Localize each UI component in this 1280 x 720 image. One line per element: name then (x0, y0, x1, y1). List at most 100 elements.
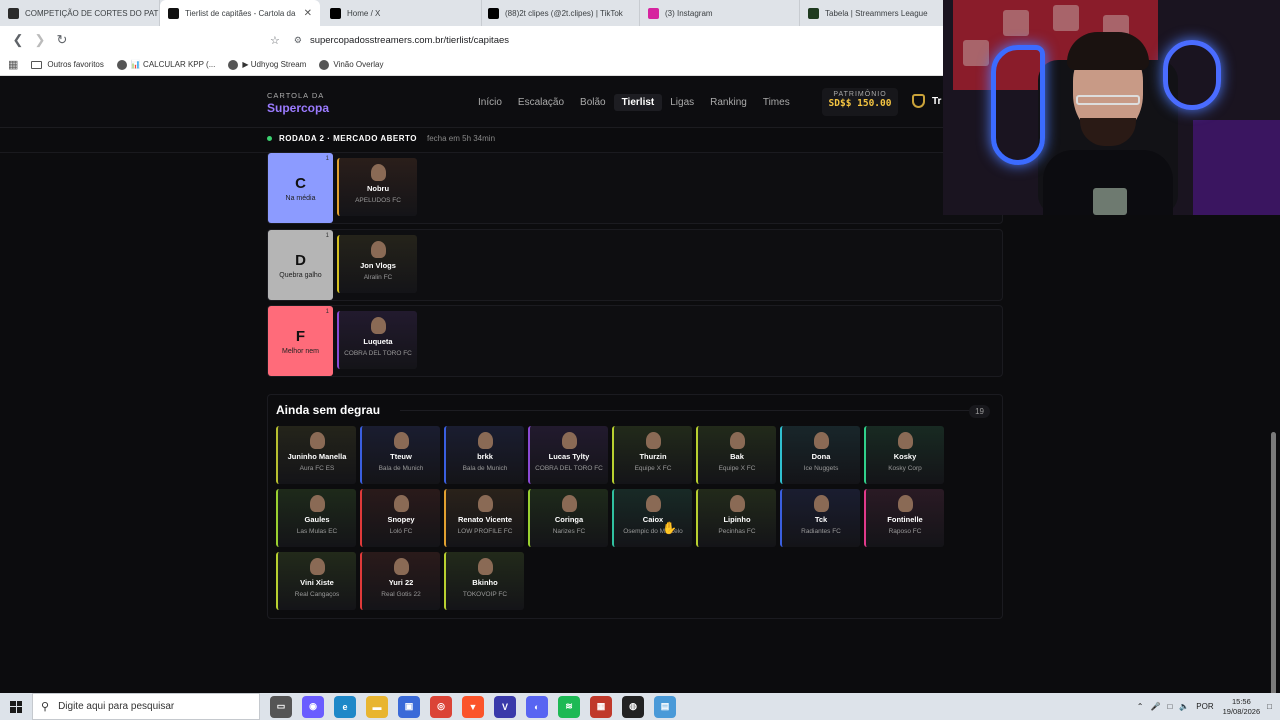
player-card[interactable]: Snopey Loló FC (360, 489, 440, 547)
player-card[interactable]: brkk Bala de Munich (444, 426, 524, 484)
clock[interactable]: 15:56 19/08/2026 (1223, 697, 1261, 717)
bookmark-star-icon[interactable]: ☆ (270, 34, 280, 47)
reload-icon[interactable]: ↻ (52, 30, 72, 50)
vegas-icon[interactable]: V (494, 695, 516, 718)
page-scrollbar[interactable] (1271, 432, 1276, 693)
browser-tab[interactable]: Home / X (322, 0, 482, 26)
player-avatar (897, 495, 913, 512)
nav-times[interactable]: Times (755, 94, 798, 111)
edge-icon[interactable]: e (334, 695, 356, 718)
player-card[interactable]: Jon Vlogs Alralin FC (337, 235, 417, 293)
nav-bolao[interactable]: Bolão (572, 94, 614, 111)
player-card[interactable]: Coringa Narizes FC (528, 489, 608, 547)
bookmark-udhyog-stream[interactable]: ▶ Udhyog Stream (228, 59, 306, 70)
player-card[interactable]: Juninho Manella Aura FC ES (276, 426, 356, 484)
player-card[interactable]: Tck Radiantes FC (780, 489, 860, 547)
player-team: Loló FC (389, 528, 413, 535)
browser-tab[interactable]: Tierlist de capitães - Cartola da ✕ (160, 0, 320, 26)
nav-ligas[interactable]: Ligas (662, 94, 702, 111)
unranked-count-badge: 19 (969, 405, 990, 418)
player-name: Dona (811, 452, 831, 461)
player-avatar (309, 495, 325, 512)
forward-icon[interactable]: ❯ (30, 30, 50, 50)
player-card[interactable]: Renato Vicente LOW PROFILE FC (444, 489, 524, 547)
apps-grid-icon[interactable]: ▦ (8, 58, 18, 71)
player-card[interactable]: Bak Equipe X FC (696, 426, 776, 484)
player-card[interactable]: Lucas Tylty COBRA DEL TORO FC (528, 426, 608, 484)
player-team: Osempic do Marcelo (623, 528, 683, 535)
back-icon[interactable]: ❮ (8, 30, 28, 50)
player-card[interactable]: Thurzin Equipe X FC (612, 426, 692, 484)
tier-letter: F (295, 327, 306, 345)
site-logo[interactable]: CARTOLA DA Supercopa (267, 91, 329, 115)
taskbar-search[interactable]: ⚲ Digite aqui para pesquisar (32, 693, 260, 720)
store-icon[interactable]: ▣ (398, 695, 420, 718)
tier-count: 1 (325, 309, 329, 315)
browser-tab[interactable]: (88)2t clipes (@2t.clipes) | TikTok (480, 0, 640, 26)
poster (963, 40, 989, 66)
player-card[interactable]: Vini Xiste Real Cangaços (276, 552, 356, 610)
microphone (1093, 188, 1127, 215)
url-text[interactable]: supercopadosstreamers.com.br/tierlist/ca… (310, 35, 509, 46)
nav-ranking[interactable]: Ranking (702, 94, 755, 111)
chevron-up-icon[interactable]: ⌃ (1137, 702, 1144, 711)
browser-tab[interactable]: Tabela | Streammers League (800, 0, 960, 26)
site-info-icon[interactable]: ⚙ (294, 35, 302, 46)
copilot-icon[interactable]: ◉ (302, 695, 324, 718)
file-explorer-icon[interactable]: ▬ (366, 695, 388, 718)
tier-description: Melhor nem (282, 347, 319, 355)
chrome-icon[interactable]: ◎ (430, 695, 452, 718)
language-indicator[interactable]: POR (1196, 702, 1213, 711)
player-team: Real Cangaços (294, 591, 340, 598)
player-team: Bala de Munich (378, 465, 424, 472)
microphone-icon[interactable]: 🎤 (1150, 702, 1160, 711)
streamer-hair (1067, 32, 1149, 70)
start-button[interactable] (0, 693, 32, 720)
player-card[interactable]: Fontinelle Raposo FC (864, 489, 944, 547)
player-avatar (370, 164, 386, 181)
nav-escalacao[interactable]: Escalação (510, 94, 572, 111)
browser-tab[interactable]: COMPETIÇÃO DE CORTES DO PATR (0, 0, 160, 26)
player-card[interactable]: Luqueta COBRA DEL TORO FC (337, 311, 417, 369)
player-name: brkk (477, 452, 493, 461)
player-name: Tteuw (390, 452, 412, 461)
nav-inicio[interactable]: Início (470, 94, 510, 111)
bookmark-vinao-overlay[interactable]: Vinão Overlay (319, 59, 383, 70)
user-name[interactable]: Tr (932, 96, 941, 107)
obs-icon[interactable]: ◍ (622, 695, 644, 718)
voicemeeter-icon[interactable]: ▦ (590, 695, 612, 718)
close-tab-icon[interactable]: ✕ (304, 8, 312, 19)
player-card[interactable]: Bkinho TOKOVOIP FC (444, 552, 524, 610)
player-name: Bkinho (472, 578, 498, 587)
tier-label: F Melhor nem 1 (268, 306, 333, 376)
spotify-icon[interactable]: ≋ (558, 695, 580, 718)
bookmark-calcular-kpp[interactable]: 📊 CALCULAR KPP (... (116, 59, 215, 70)
address-bar[interactable]: ☆ ⚙ supercopadosstreamers.com.br/tierlis… (270, 29, 509, 51)
tier-description: Na média (285, 194, 316, 202)
player-card[interactable]: Tteuw Bala de Munich (360, 426, 440, 484)
player-name: Renato Vicente (457, 515, 513, 524)
notepad-icon[interactable]: ▤ (654, 695, 676, 718)
network-icon[interactable]: □ (1167, 702, 1172, 711)
player-name: Caiox (642, 515, 664, 524)
player-card[interactable]: Dona Ice Nuggets (780, 426, 860, 484)
neon-light-left (991, 45, 1045, 165)
bookmark-outros-favoritos[interactable]: Outros favoritos (31, 60, 104, 69)
player-card[interactable]: Yuri 22 Real Gotis 22 (360, 552, 440, 610)
task-view-icon[interactable]: ▭ (270, 695, 292, 718)
browser-tab[interactable]: (3) Instagram (640, 0, 800, 26)
nav-tierlist[interactable]: Tierlist (613, 94, 663, 111)
team-shield-icon[interactable] (912, 94, 925, 108)
notifications-icon[interactable]: □ (1267, 702, 1272, 711)
player-card[interactable]: Nobru APELUDOS FC (337, 158, 417, 216)
player-name: Lucas Tylty (548, 452, 590, 461)
speaker-icon[interactable]: 🔈 (1179, 702, 1189, 711)
player-team: Narizes FC (552, 528, 586, 535)
player-card[interactable]: Kosky Kosky Corp (864, 426, 944, 484)
instagram-icon (648, 7, 659, 19)
discord-icon[interactable]: ◐ (526, 695, 548, 718)
player-card[interactable]: Gaules Las Mulas EC (276, 489, 356, 547)
player-card[interactable]: Lipinho Pecinhas FC (696, 489, 776, 547)
brave-icon[interactable]: ▼ (462, 695, 484, 718)
player-card[interactable]: Caiox Osempic do Marcelo (612, 489, 692, 547)
